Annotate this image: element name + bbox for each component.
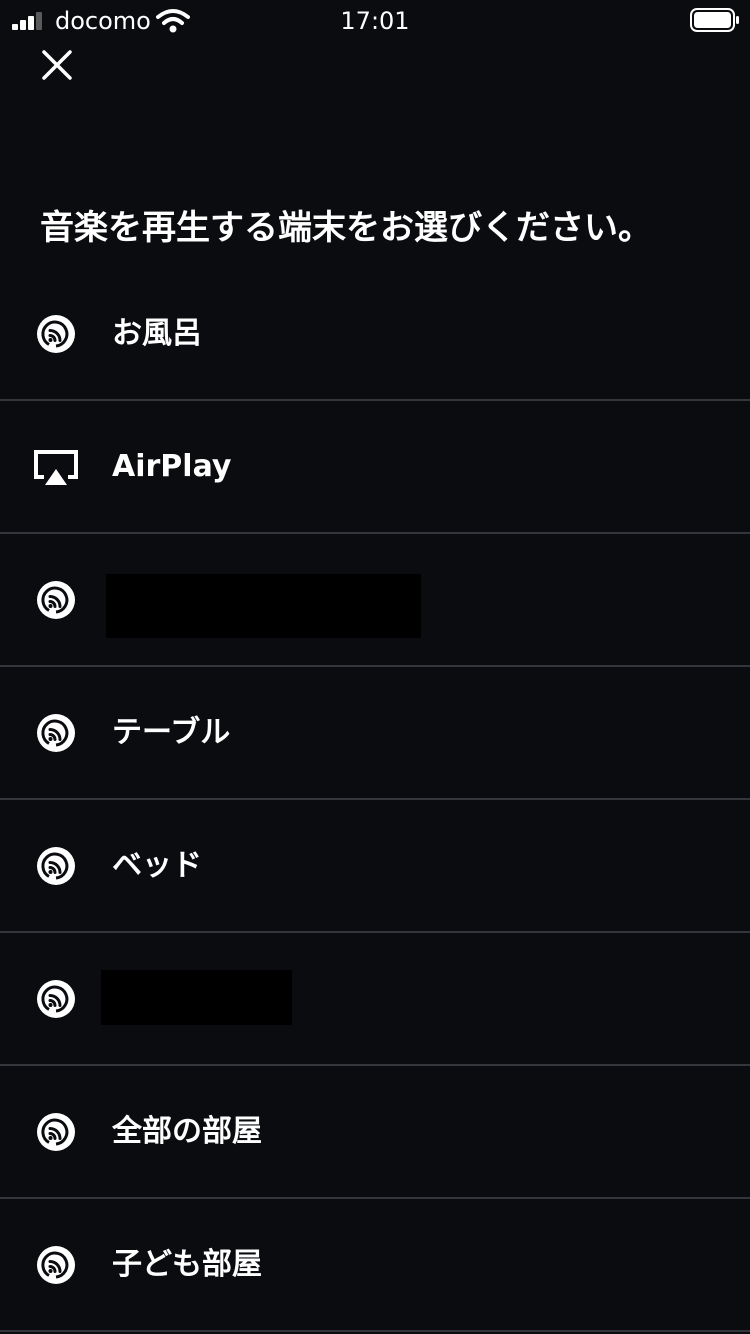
- speaker-icon: [37, 980, 75, 1018]
- device-label: 全部の部屋: [112, 1114, 262, 1149]
- device-item-table[interactable]: テーブル: [0, 667, 750, 800]
- close-button[interactable]: [34, 42, 80, 88]
- airplay-icon: [34, 450, 78, 485]
- speaker-icon: [37, 1246, 75, 1284]
- device-list: お風呂 AirPlay テーブル ベッド 全部の部屋 子ども部屋: [0, 268, 750, 1332]
- battery-icon: [690, 8, 739, 32]
- device-item-airplay[interactable]: AirPlay: [0, 401, 750, 534]
- speaker-icon: [37, 714, 75, 752]
- device-item-bed[interactable]: ベッド: [0, 800, 750, 933]
- device-label: 子ども部屋: [112, 1247, 262, 1282]
- speaker-icon: [37, 847, 75, 885]
- device-item-bath[interactable]: お風呂: [0, 268, 750, 401]
- device-label: AirPlay: [112, 449, 232, 484]
- device-label: テーブル: [112, 715, 231, 750]
- device-label: ベッド: [112, 848, 202, 883]
- redacted-label: [101, 970, 292, 1025]
- speaker-icon: [37, 581, 75, 619]
- redacted-label: [106, 574, 421, 638]
- device-label: お風呂: [112, 316, 202, 351]
- speaker-icon: [37, 1113, 75, 1151]
- device-item-redacted[interactable]: [0, 534, 750, 667]
- page-title: 音楽を再生する端末をお選びください。: [40, 208, 652, 248]
- status-time: 17:01: [340, 7, 410, 35]
- device-item-all-rooms[interactable]: 全部の部屋: [0, 1066, 750, 1199]
- status-bar: docomo 17:01: [0, 0, 750, 40]
- device-item-kids-room[interactable]: 子ども部屋: [0, 1199, 750, 1332]
- speaker-icon: [37, 315, 75, 353]
- device-item-redacted[interactable]: [0, 933, 750, 1066]
